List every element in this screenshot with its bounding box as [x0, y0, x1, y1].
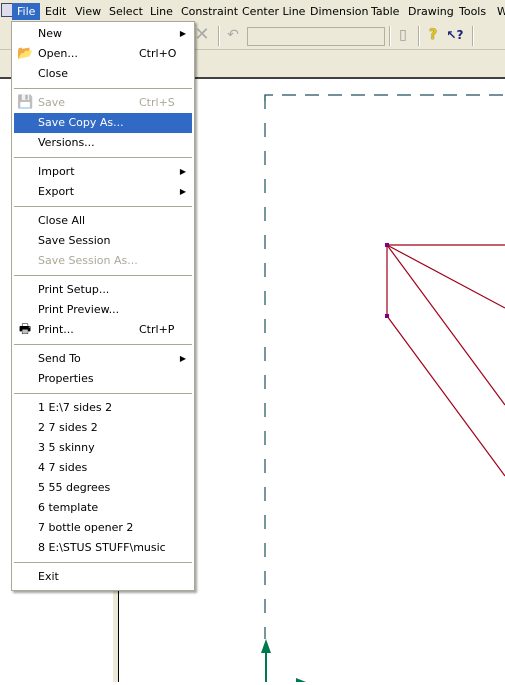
menu-item-label: Save Session [38, 234, 111, 247]
submenu-arrow-icon: ▶ [179, 354, 186, 363]
menu-bar: File Edit View Select Line Constraint Center L… [0, 0, 505, 22]
menu-item-label: Versions... [38, 136, 95, 149]
menu-item-label: 4 7 sides [38, 461, 88, 474]
menu-view[interactable]: View [70, 3, 106, 20]
menu-item-label: Open... [38, 47, 78, 60]
toolbar-separator [472, 26, 474, 46]
context-help-icon[interactable]: ↖? [445, 25, 465, 45]
toolbar-combo-box[interactable] [247, 27, 385, 46]
menu-tools[interactable]: Tools [454, 3, 491, 20]
menu-item-label: 3 5 skinny [38, 441, 95, 454]
submenu-arrow-icon: ▶ [179, 187, 186, 196]
menu-item-shortcut: Ctrl+S [139, 96, 175, 109]
menu-item-8-e-stus-stuff-music[interactable]: 8 E:\STUS STUFF\music [14, 538, 192, 558]
menu-item-label: Exit [38, 570, 59, 583]
sketch-line[interactable] [386, 244, 505, 309]
menu-item-label: Print... [38, 323, 74, 336]
sketch-line[interactable] [386, 315, 505, 477]
menu-line[interactable]: Line [145, 3, 178, 20]
menu-item-close[interactable]: Close [14, 64, 192, 84]
toolbar-separator [389, 26, 391, 46]
menu-item-import[interactable]: Import ▶ [14, 162, 192, 182]
sketch-line[interactable] [386, 244, 505, 406]
menu-item-label: 6 template [38, 501, 99, 514]
menu-item-2-7-sides-2[interactable]: 2 7 sides 2 [14, 418, 192, 438]
menu-w[interactable]: W [492, 3, 505, 20]
menu-dimension[interactable]: Dimension [305, 3, 373, 20]
submenu-arrow-icon: ▶ [179, 29, 186, 38]
menu-item-shortcut: Ctrl+P [139, 323, 175, 336]
menu-separator [14, 206, 192, 207]
delete-icon[interactable]: ✕ [192, 25, 212, 45]
menu-separator [14, 275, 192, 276]
menu-item-close-all[interactable]: Close All [14, 211, 192, 231]
menu-item-label: 8 E:\STUS STUFF\music [38, 541, 166, 554]
menu-edit[interactable]: Edit [40, 3, 71, 20]
menu-item-label: Import [38, 165, 75, 178]
save-disk-icon: 💾 [17, 95, 34, 110]
menu-item-4-7-sides[interactable]: 4 7 sides [14, 458, 192, 478]
open-folder-icon: 📂 [17, 46, 34, 61]
menu-item-versions[interactable]: Versions... [14, 133, 192, 153]
menu-item-save-session-as: Save Session As... [14, 251, 192, 271]
menu-item-6-template[interactable]: 6 template [14, 498, 192, 518]
menu-item-save-copy-as[interactable]: Save Copy As... [14, 113, 192, 133]
menu-separator [14, 88, 192, 89]
toolbar-separator [218, 26, 220, 46]
menu-separator [14, 344, 192, 345]
regenerate-icon[interactable]: ▯ [393, 25, 413, 45]
menu-item-shortcut: Ctrl+O [139, 47, 177, 60]
menu-item-print-setup[interactable]: Print Setup... [14, 280, 192, 300]
file-menu-dropdown: New ▶ 📂 Open... Ctrl+O Close 💾 Save Ctrl+S Save C… [11, 21, 195, 591]
y-axis-arrow-icon [261, 639, 271, 653]
toolbar-separator [418, 26, 420, 46]
sheet-border-top [264, 94, 505, 101]
menu-item-label: 1 E:\7 sides 2 [38, 401, 113, 414]
menu-item-1-e-7-sides-2[interactable]: 1 E:\7 sides 2 [14, 398, 192, 418]
help-icon[interactable]: ? [423, 25, 443, 45]
menu-item-save-session[interactable]: Save Session [14, 231, 192, 251]
menu-item-label: Print Setup... [38, 283, 110, 296]
menu-item-label: 2 7 sides 2 [38, 421, 98, 434]
menu-item-label: New [38, 27, 62, 40]
x-axis-arrow-icon [296, 678, 306, 682]
menu-item-send-to[interactable]: Send To ▶ [14, 349, 192, 369]
menu-item-label: Export [38, 185, 75, 198]
menu-select[interactable]: Select [104, 3, 148, 20]
menu-file[interactable]: File [12, 3, 41, 20]
undo-icon[interactable]: ↶ [223, 25, 243, 45]
menu-separator [14, 562, 192, 563]
menu-separator [14, 157, 192, 158]
menu-table[interactable]: Table [366, 3, 404, 20]
menu-drawing[interactable]: Drawing [403, 3, 459, 20]
menu-item-save: 💾 Save Ctrl+S [14, 93, 192, 113]
menu-item-7-bottle-opener-2[interactable]: 7 bottle opener 2 [14, 518, 192, 538]
menu-item-label: Close All [38, 214, 86, 227]
menu-item-properties[interactable]: Properties [14, 369, 192, 389]
menu-item-exit[interactable]: Exit [14, 567, 192, 587]
menu-item-5-55-degrees[interactable]: 5 55 degrees [14, 478, 192, 498]
menu-item-3-5-skinny[interactable]: 3 5 skinny [14, 438, 192, 458]
menu-center-line[interactable]: Center Line [237, 3, 310, 20]
menu-item-label: Save Copy As... [38, 116, 124, 129]
printer-icon: 🖶 [18, 322, 32, 337]
menu-item-label: Properties [38, 372, 94, 385]
menu-item-export[interactable]: Export ▶ [14, 182, 192, 202]
menu-item-label: Save Session As... [38, 254, 138, 267]
menu-item-label: Print Preview... [38, 303, 120, 316]
menu-item-print[interactable]: 🖶 Print... Ctrl+P [14, 320, 192, 340]
sketch-point[interactable] [385, 243, 389, 247]
menu-item-label: Close [38, 67, 68, 80]
menu-item-label: 7 bottle opener 2 [38, 521, 134, 534]
menu-separator [14, 393, 192, 394]
menu-item-print-preview[interactable]: Print Preview... [14, 300, 192, 320]
menu-item-label: 5 55 degrees [38, 481, 111, 494]
sketch-point[interactable] [385, 314, 389, 318]
menu-item-new[interactable]: New ▶ [14, 24, 192, 44]
submenu-arrow-icon: ▶ [179, 167, 186, 176]
menu-constraint[interactable]: Constraint [176, 3, 243, 20]
menu-item-label: Save [38, 96, 66, 109]
menu-item-open[interactable]: 📂 Open... Ctrl+O [14, 44, 192, 64]
menu-item-label: Send To [38, 352, 81, 365]
